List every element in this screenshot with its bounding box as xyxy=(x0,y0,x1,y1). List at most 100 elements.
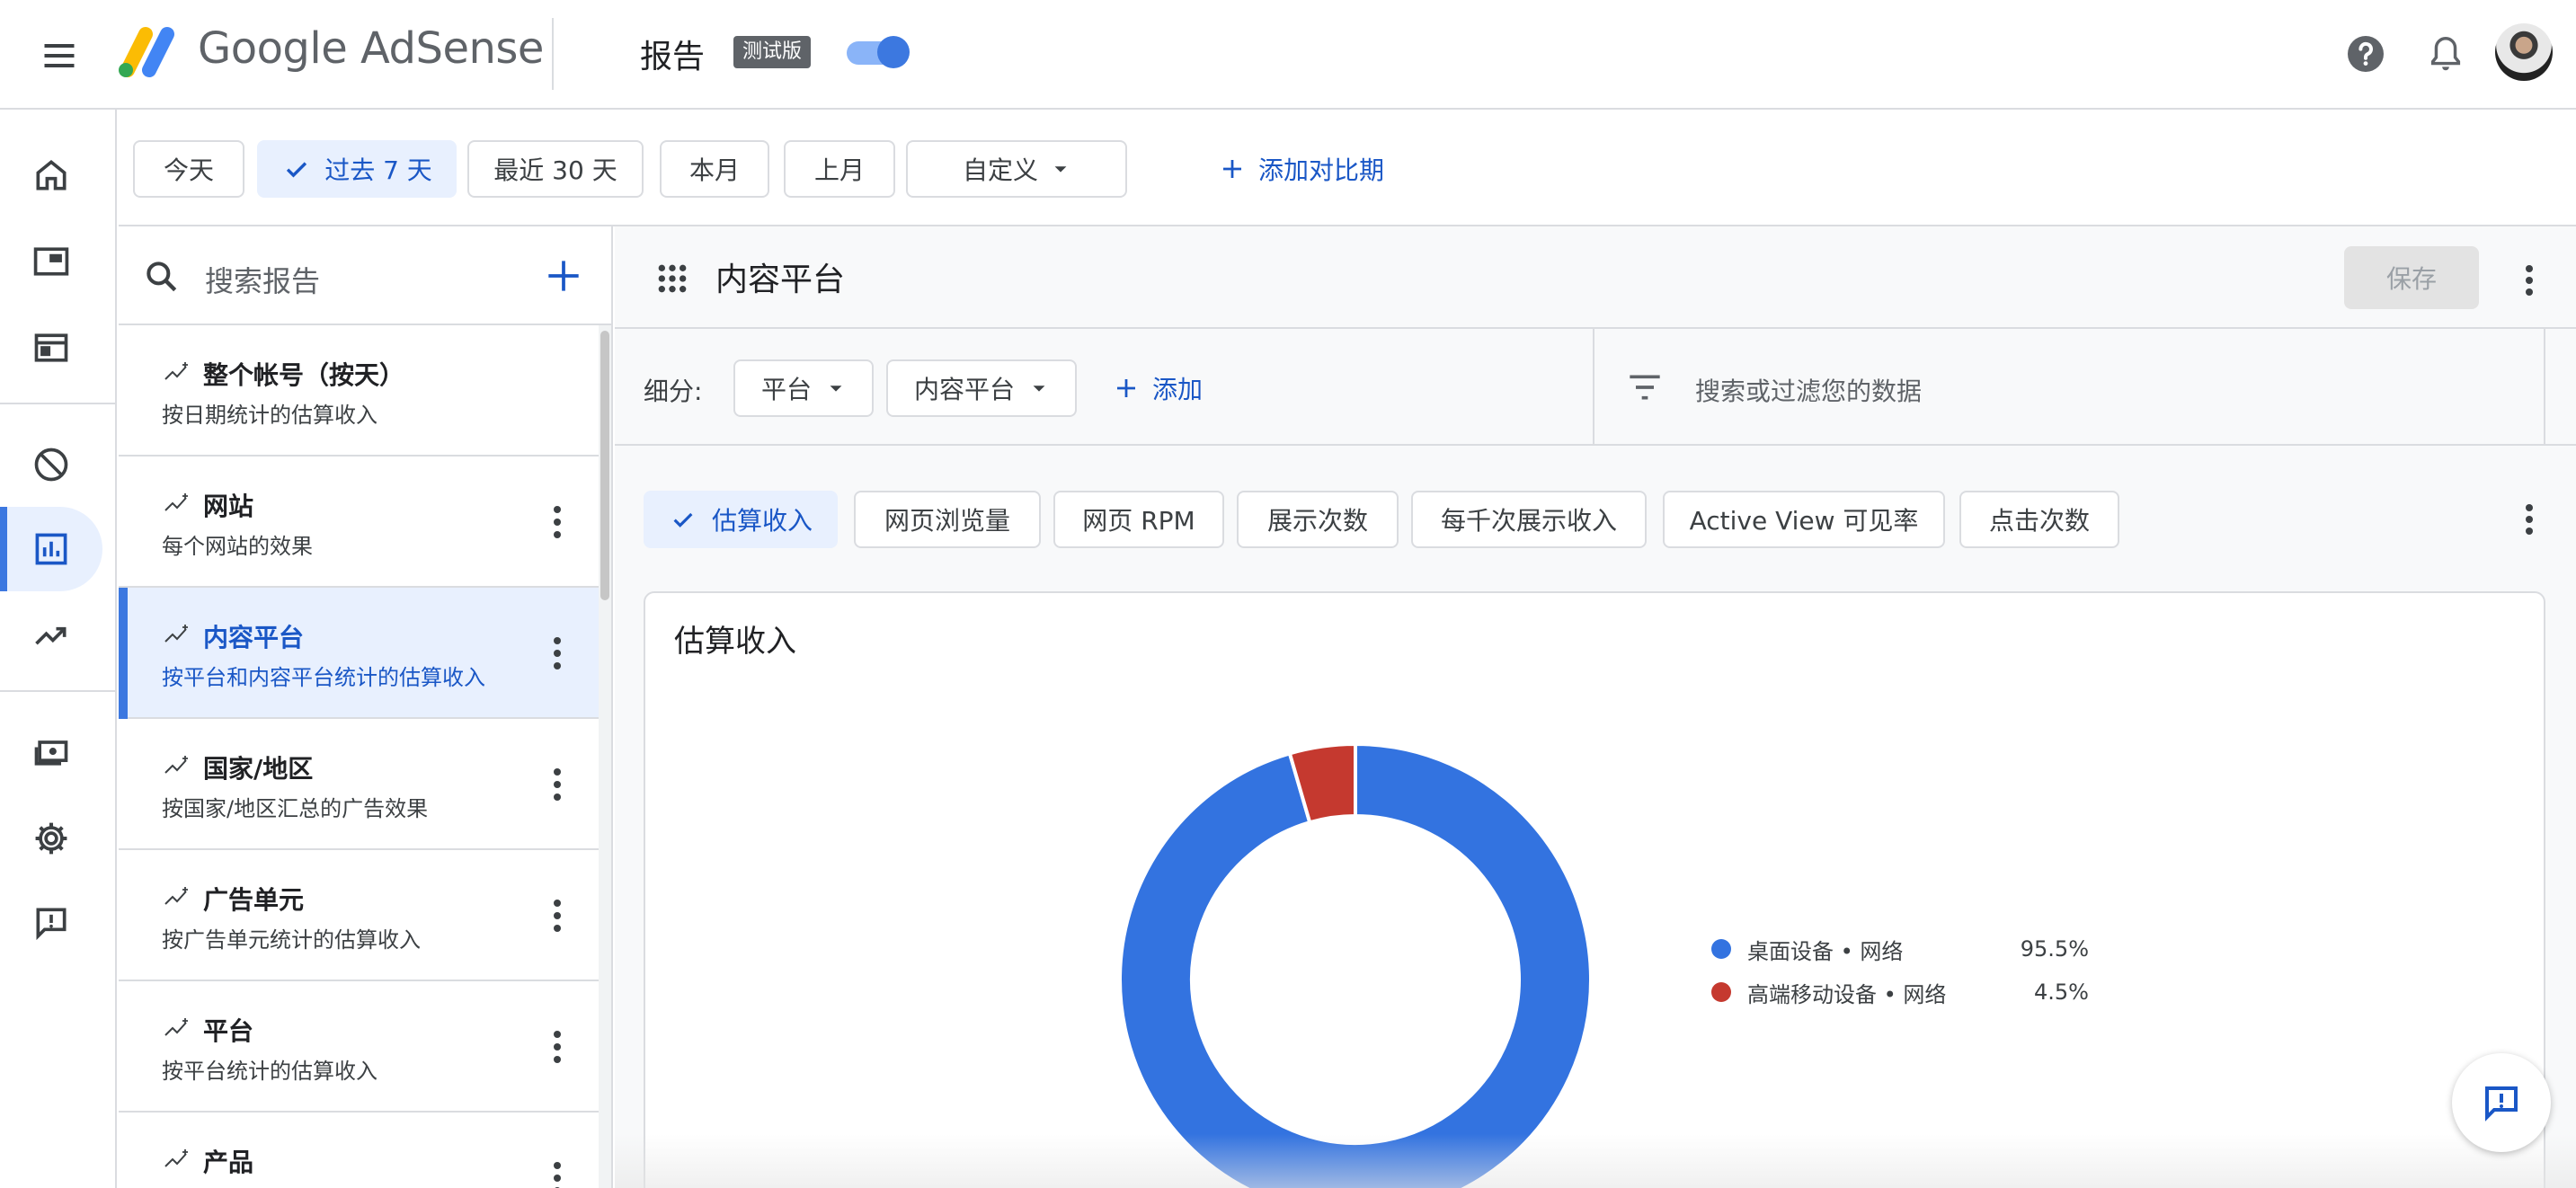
search-icon xyxy=(142,257,182,297)
apps-grid-icon[interactable] xyxy=(654,261,690,297)
reports-icon[interactable] xyxy=(0,507,102,591)
date-chip-today[interactable]: 今天 xyxy=(133,140,244,198)
sparkle-chart-icon xyxy=(164,756,188,774)
report-item-title: 内容平台 xyxy=(203,623,305,652)
report-item-content-platform[interactable]: 内容平台 按平台和内容平台统计的估算收入 xyxy=(119,588,599,719)
report-item-account-daily[interactable]: 整个帐号（按天） 按日期统计的估算收入 xyxy=(119,325,599,457)
chevron-down-icon xyxy=(1033,386,1045,392)
beta-toggle[interactable] xyxy=(843,36,910,68)
bottom-fade xyxy=(615,1134,2576,1188)
plus-icon xyxy=(1117,379,1135,397)
report-item-subtitle: 按平台统计的估算收入 xyxy=(162,1059,378,1084)
date-chip-last-30-days[interactable]: 最近 30 天 xyxy=(467,140,644,198)
more-vert-icon[interactable] xyxy=(2522,501,2536,537)
sparkle-chart-icon xyxy=(164,493,188,511)
more-vert-icon[interactable] xyxy=(550,766,564,803)
ads-icon[interactable] xyxy=(0,306,102,390)
report-item-title: 广告单元 xyxy=(203,885,305,915)
date-chip-custom[interactable]: 自定义 xyxy=(906,140,1127,198)
legend-label: 桌面设备 • 网络 xyxy=(1747,938,1904,964)
breakdown-label: 细分: xyxy=(644,377,703,406)
more-vert-icon[interactable] xyxy=(550,503,564,541)
report-item-sites[interactable]: 网站 每个网站的效果 xyxy=(119,457,599,588)
legend-value: 4.5% xyxy=(2034,980,2089,1005)
metric-chip-page-views[interactable]: 网页浏览量 xyxy=(854,491,1041,548)
add-report-icon[interactable] xyxy=(541,253,586,298)
report-item-country[interactable]: 国家/地区 按国家/地区汇总的广告效果 xyxy=(119,719,599,850)
metric-chip-active-view[interactable]: Active View 可见率 xyxy=(1663,491,1945,548)
menu-icon[interactable] xyxy=(40,36,79,75)
report-item-subtitle: 按日期统计的估算收入 xyxy=(162,403,378,428)
report-item-ad-unit[interactable]: 广告单元 按广告单元统计的估算收入 xyxy=(119,850,599,981)
report-item-title: 国家/地区 xyxy=(203,754,314,784)
report-list-panel: 搜索报告 整个帐号（按天） 按日期统计的估算收入 网站 每个网站的效果 内容平台… xyxy=(119,226,613,1188)
legend-item[interactable]: 高端移动设备 • 网络 4.5% xyxy=(1711,971,2089,1014)
filter-search-input[interactable]: 搜索或过滤您的数据 xyxy=(1695,372,1922,408)
more-vert-icon[interactable] xyxy=(550,634,564,672)
report-item-subtitle: 按国家/地区汇总的广告效果 xyxy=(162,796,429,821)
check-icon xyxy=(287,162,307,178)
metric-chip-estimated-revenue[interactable]: 估算收入 xyxy=(644,491,838,548)
report-search[interactable]: 搜索报告 xyxy=(119,226,611,325)
report-item-subtitle: 按平台和内容平台统计的估算收入 xyxy=(162,665,485,690)
donut-chart[interactable] xyxy=(1104,728,1607,1188)
sparkle-chart-icon xyxy=(164,1149,188,1167)
bell-icon[interactable] xyxy=(2425,32,2466,75)
divider xyxy=(2544,329,2545,446)
legend-item[interactable]: 桌面设备 • 网络 95.5% xyxy=(1711,927,2089,971)
adsense-logo-icon xyxy=(115,22,180,81)
more-vert-icon[interactable] xyxy=(550,1028,564,1066)
app-logo-text: Google AdSense xyxy=(198,23,544,74)
chart-card: 估算收入 桌面设备 • 网络 95.5% 高端移动设备 • 网络 4.5% xyxy=(644,591,2545,1188)
legend-value: 95.5% xyxy=(2020,936,2089,962)
nav-rail xyxy=(0,110,117,1188)
report-item-subtitle: 按广告单元统计的估算收入 xyxy=(162,927,421,953)
metric-chip-impression-rpm[interactable]: 每千次展示收入 xyxy=(1411,491,1647,548)
block-icon[interactable] xyxy=(0,422,102,507)
chart-legend: 桌面设备 • 网络 95.5% 高端移动设备 • 网络 4.5% xyxy=(1711,927,2089,1014)
metric-chip-page-rpm[interactable]: 网页 RPM xyxy=(1053,491,1224,548)
payments-icon[interactable] xyxy=(0,710,102,794)
feedback-icon xyxy=(2485,1086,2518,1122)
report-item-title: 平台 xyxy=(203,1016,254,1046)
more-vert-icon[interactable] xyxy=(2522,262,2536,298)
more-vert-icon[interactable] xyxy=(550,1159,564,1188)
report-item-platform[interactable]: 平台 按平台统计的估算收入 xyxy=(119,981,599,1113)
chevron-down-icon xyxy=(830,386,842,392)
search-input[interactable]: 搜索报告 xyxy=(205,259,320,300)
sparkle-chart-icon xyxy=(164,625,188,643)
beta-badge: 测试版 xyxy=(733,36,812,68)
dimension-chip-content-platform[interactable]: 内容平台 xyxy=(886,359,1077,417)
chevron-down-icon xyxy=(1054,166,1067,173)
legend-dot xyxy=(1711,982,1731,1002)
divider xyxy=(1593,329,1594,446)
sites-icon[interactable] xyxy=(0,219,102,304)
sparkle-chart-icon xyxy=(164,362,188,380)
legend-dot xyxy=(1711,939,1731,959)
date-chip-this-month[interactable]: 本月 xyxy=(660,140,769,198)
date-chip-last-month[interactable]: 上月 xyxy=(784,140,895,198)
feedback-icon[interactable] xyxy=(0,881,102,965)
report-item-title: 整个帐号（按天） xyxy=(203,360,405,390)
report-item-product[interactable]: 产品 xyxy=(119,1113,599,1188)
date-chip-last-7-days[interactable]: 过去 7 天 xyxy=(257,140,457,198)
add-dimension-button[interactable]: 添加 xyxy=(1113,359,1203,417)
add-compare-button[interactable]: 添加对比期 xyxy=(1219,140,1384,198)
report-list-scrollbar[interactable] xyxy=(599,325,611,1188)
avatar[interactable] xyxy=(2495,23,2553,81)
filter-icon[interactable] xyxy=(1627,372,1663,403)
report-item-title: 网站 xyxy=(203,492,254,521)
optimization-icon[interactable] xyxy=(0,593,102,678)
metric-chip-clicks[interactable]: 点击次数 xyxy=(1959,491,2119,548)
dimension-chip-platform[interactable]: 平台 xyxy=(733,359,874,417)
report-item-title: 产品 xyxy=(203,1148,254,1177)
settings-icon[interactable] xyxy=(0,796,102,881)
save-button[interactable]: 保存 xyxy=(2344,246,2479,309)
metric-chip-impressions[interactable]: 展示次数 xyxy=(1237,491,1399,548)
help-icon[interactable] xyxy=(2344,32,2387,75)
home-icon[interactable] xyxy=(0,133,102,217)
sparkle-chart-icon xyxy=(164,887,188,905)
more-vert-icon[interactable] xyxy=(550,897,564,935)
report-header: 内容平台 保存 xyxy=(615,226,2576,329)
feedback-fab[interactable] xyxy=(2452,1053,2551,1152)
